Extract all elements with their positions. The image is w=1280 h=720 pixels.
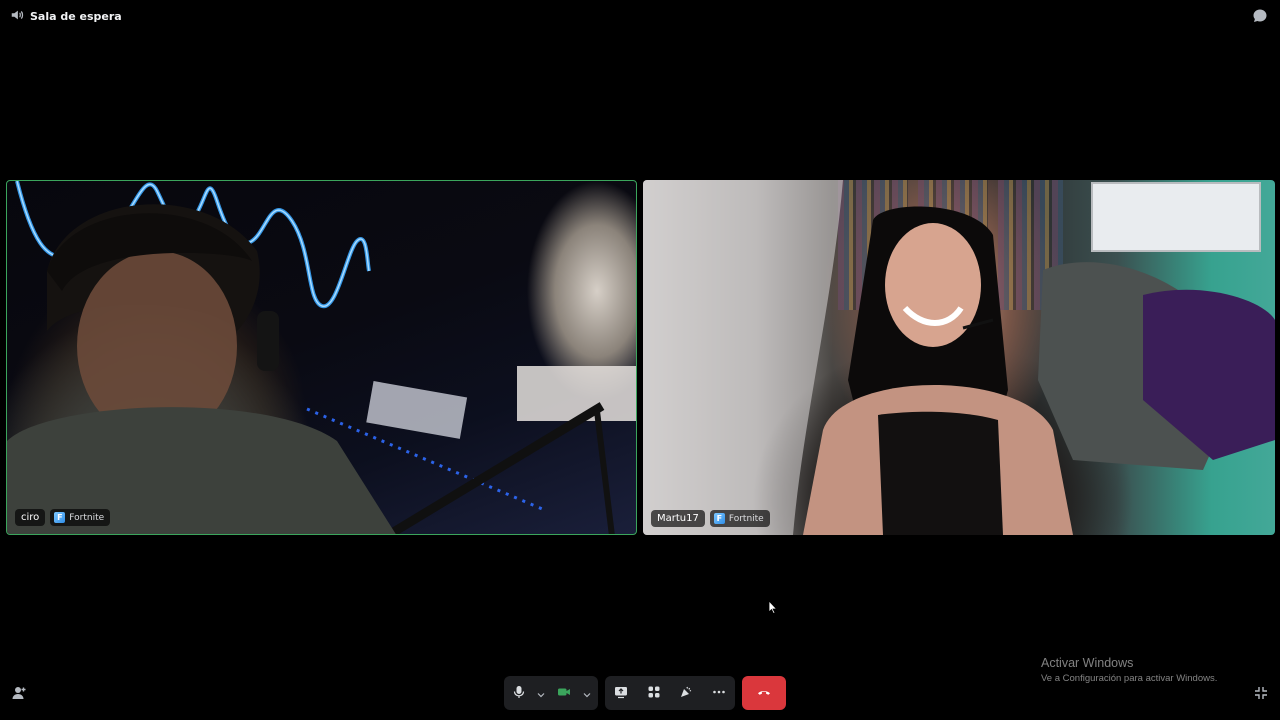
chevron-down-icon [583,684,591,703]
chat-bubble-icon[interactable] [1252,8,1268,24]
activity-name: Fortnite [728,513,764,524]
windows-activation-watermark: Activar Windows Ve a Configuración para … [1041,656,1217,684]
microphone-icon [512,684,526,703]
disconnect-button[interactable] [742,676,786,710]
more-options-button[interactable] [704,676,734,710]
neon-light-decoration [7,181,636,534]
channel-name: Sala de espera [30,10,122,23]
mouse-cursor-icon [768,600,778,614]
game-icon: F [713,513,725,524]
exit-fullscreen-icon[interactable] [1254,685,1268,699]
activity-name: Fortnite [69,512,105,523]
activities-icon [647,684,661,703]
media-controls-group [504,676,598,710]
participant-label: Martu17 F Fortnite [651,510,770,527]
activity-tag: F Fortnite [709,510,770,527]
channel-title[interactable]: Sala de espera [10,8,122,25]
watermark-subtitle: Ve a Configuración para activar Windows. [1041,673,1218,684]
participant-name: Martu17 [651,510,705,527]
activity-tag: F Fortnite [50,509,111,526]
screen-share-button[interactable] [606,676,636,710]
soundboard-button[interactable] [671,676,701,710]
camera-button[interactable] [548,676,580,710]
screen-share-icon [614,684,628,703]
game-icon: F [54,512,66,523]
hang-up-icon [757,684,771,703]
camera-icon [557,684,571,703]
microphone-options-button[interactable] [534,676,548,710]
participant-tile-martu17[interactable]: Martu17 F Fortnite [643,180,1275,535]
soundboard-icon [679,684,693,703]
watermark-title: Activar Windows [1041,656,1134,670]
speaker-icon [10,8,24,25]
call-header: Sala de espera [0,0,1280,32]
activities-button[interactable] [639,676,669,710]
call-tools-group [605,676,735,710]
participant-label: ciro F Fortnite [15,509,111,526]
room-scene [643,180,1275,535]
camera-options-button[interactable] [580,676,594,710]
more-icon [712,684,726,703]
participant-tile-ciro[interactable]: ciro F Fortnite [6,180,637,535]
chevron-down-icon [537,684,545,703]
microphone-button[interactable] [504,676,534,710]
participant-name: ciro [15,509,46,526]
